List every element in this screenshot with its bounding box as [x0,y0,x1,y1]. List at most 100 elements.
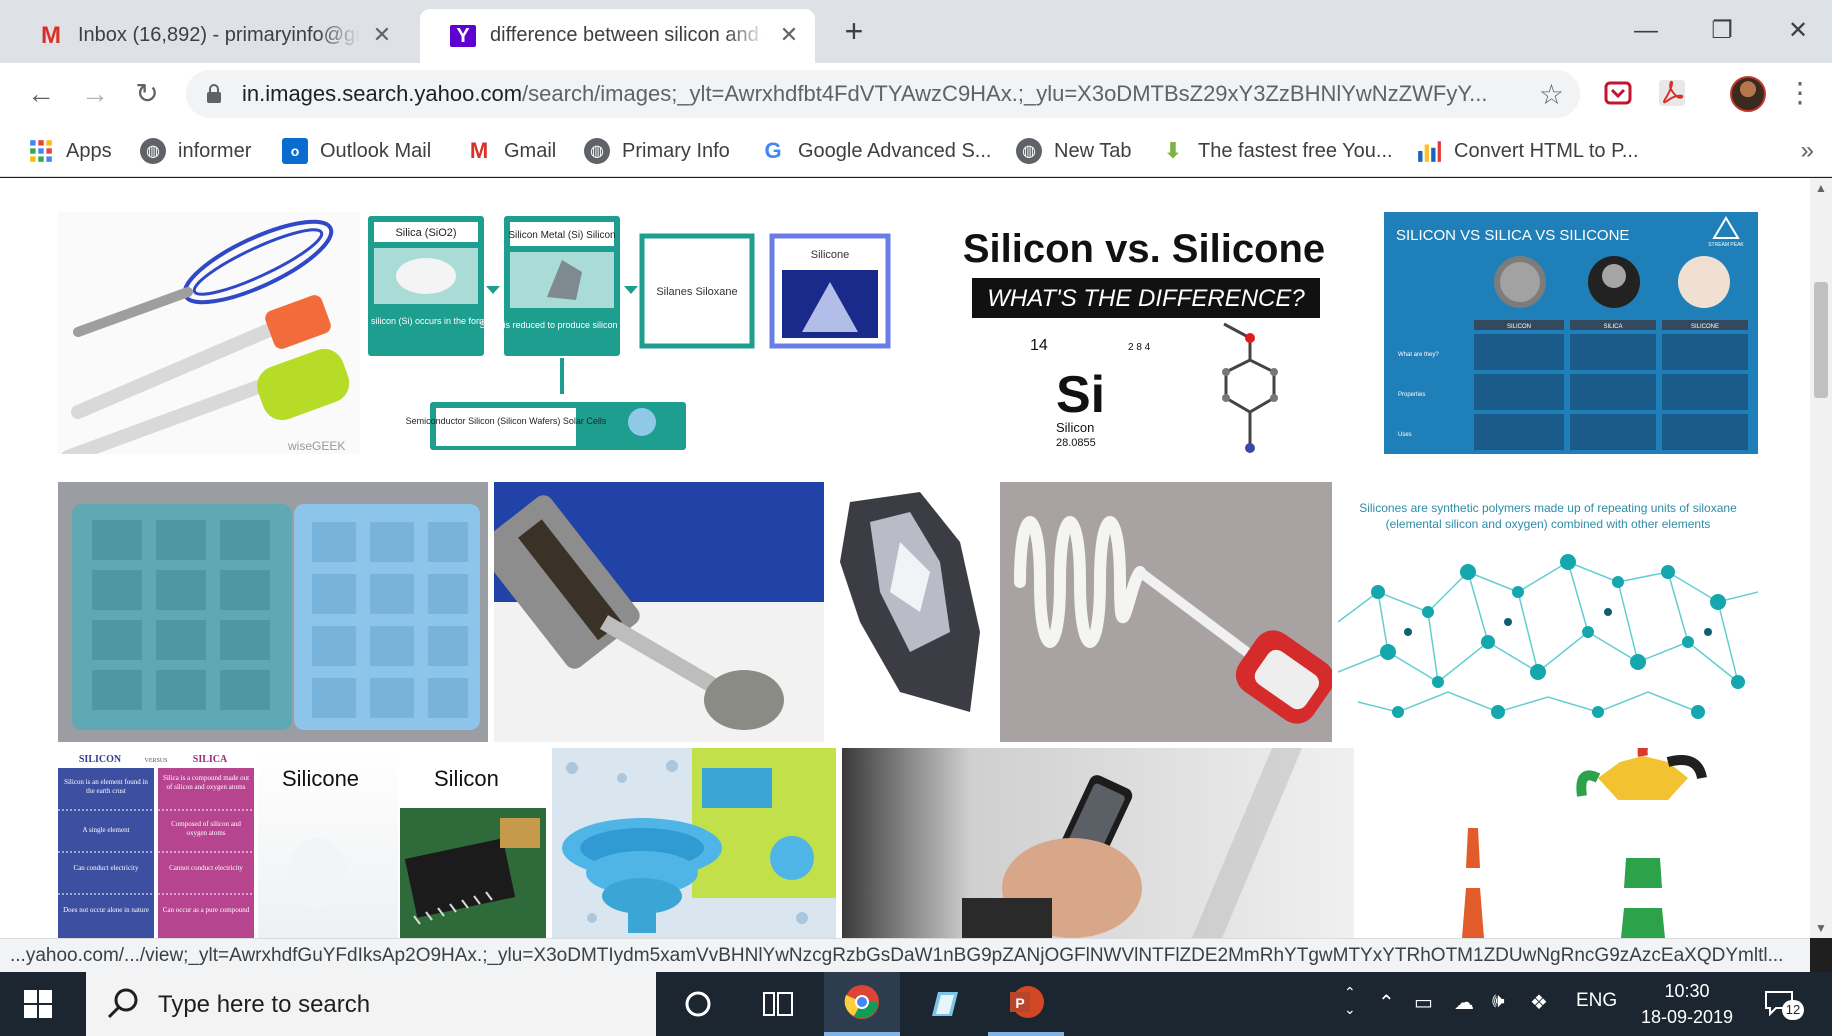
bookmark-outlook-mail[interactable]: o Outlook Mail [282,137,431,165]
scroll-up-arrow-icon[interactable]: ▲ [1810,178,1832,198]
element-symbol: Si [1056,366,1105,424]
result-image-silicon-flowchart[interactable]: Silica (SiO2) In nature, silicon (Si) oc… [362,212,902,454]
profile-avatar[interactable] [1730,76,1766,112]
tray-scroll-arrows-icon[interactable]: ⌃ ⌄ [1344,984,1356,1018]
scrollbar-thumb[interactable] [1814,282,1828,398]
bookmarks-overflow-button[interactable]: » [1801,137,1814,165]
silicon-flowchart: Silica (SiO2) In nature, silicon (Si) oc… [362,216,891,450]
bookmark-label: informer [178,139,252,162]
new-tab-button[interactable]: + [838,15,870,48]
yahoo-icon: Y [450,25,476,47]
minimize-button[interactable]: — [1626,14,1666,48]
language-indicator[interactable]: ENG [1576,990,1617,1012]
globe-icon: ◍ [584,138,610,164]
flow-silicon-metal-label: Silicon Metal (Si) Silicon [508,230,615,241]
page-scrollbar[interactable]: ▲ ▼ [1810,178,1832,938]
windows-start-icon[interactable] [24,990,52,1018]
vs-subtitle: WHAT'S THE DIFFERENCE? [987,285,1305,312]
tab-yahoo-search[interactable]: Y difference between silicon and silicon… [420,9,815,63]
flow-silica-label: Silica (SiO2) [395,227,456,239]
cortana-circle-icon [685,991,711,1017]
tab-gmail-inbox[interactable]: M Inbox (16,892) - primaryinfo@gmail.com… [8,9,408,63]
bookmark-new-tab[interactable]: ◍ New Tab [1016,137,1131,165]
result-image-silicone-label[interactable]: Silicone [258,748,398,938]
bookmark-label: Apps [66,139,112,162]
bookmark-label: The fastest free You... [1198,139,1393,162]
compare-left-row-1: Silicon is an element found in the earth… [64,778,148,795]
result-image-ice-cube-trays[interactable] [58,482,488,742]
result-image-kitchen-tools[interactable]: wiseGEEK [58,212,360,454]
back-arrow-icon[interactable]: ← [22,75,60,113]
bookmark-primary-info[interactable]: ◍ Primary Info [584,137,730,165]
apps-grid-icon [30,140,52,162]
onedrive-cloud-icon[interactable]: ☁ [1454,990,1474,1015]
show-hidden-icons-chevron-icon[interactable]: ⌃ [1378,990,1395,1015]
compare-right-title: SILICA [193,754,228,765]
result-image-silicon-vs-silica[interactable]: SILICON VERSUS SILICA Silicon is an elem… [58,748,254,938]
address-bar[interactable]: in.images.search.yahoo.com/search/images… [186,70,1580,118]
result-image-sealant-tube[interactable] [1000,482,1332,742]
funnel-package-illustration [552,748,836,938]
close-icon[interactable]: ✕ [370,23,394,47]
restore-button[interactable]: ❐ [1702,14,1742,48]
link-status-bubble: ...yahoo.com/.../view;_ylt=AwrxhdfGuYFdI… [0,938,1810,972]
volume-icon[interactable]: 🕪 [1492,990,1505,1013]
bookmark-gmail[interactable]: M Gmail [466,137,556,165]
powerpoint-taskbar-icon[interactable]: P [988,972,1064,1036]
chrome-icon [844,985,879,1019]
taskbar-search-box[interactable]: Type here to search [86,972,656,1036]
result-image-smartphone-hand[interactable] [842,748,1354,938]
taskbar-clock[interactable]: 10:30 18-09-2019 [1632,978,1742,1030]
pocket-extension-icon[interactable] [1602,77,1634,109]
windows-taskbar: Type here to search P ⌃ ⌄ ⌃ ▭ ☁ 🕪 ❖ ENG … [0,972,1832,1036]
result-image-caulk-gun[interactable] [494,482,824,742]
bookmark-fastest-free[interactable]: ⬇ The fastest free You... [1160,137,1393,165]
kebab-menu-icon[interactable]: ⋮ [1786,77,1814,111]
circuit-board-illustration [400,808,546,938]
action-center-button[interactable]: 12 [1764,988,1808,1020]
result-image-silicon-vs-silicone[interactable]: Silicon vs. Silicone WHAT'S THE DIFFEREN… [906,212,1376,454]
result-image-silicone-molecule[interactable]: Silicones are synthetic polymers made up… [1338,482,1758,742]
bookmark-label: Google Advanced S... [798,139,992,162]
url-host: in.images.search.yahoo.com [242,81,523,106]
forward-arrow-icon[interactable]: → [76,75,114,113]
close-icon[interactable]: ✕ [777,23,801,47]
reload-icon[interactable]: ↻ [128,75,166,113]
result-image-collapsible-funnel[interactable] [552,748,836,938]
caulk-gun-illustration [494,482,824,742]
molecule-network [1338,554,1758,719]
task-view-icon[interactable] [740,972,816,1036]
notepad-taskbar-icon[interactable] [906,972,982,1036]
cortana-icon[interactable] [660,972,736,1036]
bookmark-google-advanced[interactable]: G Google Advanced S... [760,137,991,165]
bookmark-star-icon[interactable]: ☆ [1539,78,1564,111]
result-image-traffic-cones[interactable] [1358,748,1758,938]
notification-count-badge: 12 [1782,1000,1804,1020]
dropbox-icon[interactable]: ❖ [1530,990,1548,1015]
svg-text:P: P [1015,995,1024,1011]
clock-time: 10:30 [1664,981,1710,1001]
result-image-silicon-chip[interactable]: Silicon [400,748,546,938]
pdf-extension-icon[interactable] [1656,77,1688,109]
compare-right-row-1: Silica is a compound made out of silicon… [162,774,250,791]
result-image-silicon-silica-silicone-table[interactable]: SILICON VS SILICA VS SILICONE STREAM PEA… [1384,212,1758,454]
bookmark-label: Primary Info [622,139,730,162]
url-text[interactable]: in.images.search.yahoo.com/search/images… [242,81,1510,107]
chrome-taskbar-icon[interactable] [824,972,900,1036]
browser-toolbar: ← → ↻ in.images.search.yahoo.com/search/… [0,63,1832,125]
compare-left-row-3: Can conduct electricity [73,864,139,872]
bookmark-informer[interactable]: ◍ informer [140,137,251,165]
silicone-blob [288,838,348,908]
clock-date: 18-09-2019 [1640,1007,1734,1027]
close-window-button[interactable]: ✕ [1778,14,1818,48]
scroll-down-arrow-icon[interactable]: ▼ [1810,918,1832,938]
flow-silanes-label: Silanes Siloxane [656,286,737,298]
bookmark-convert-html[interactable]: Convert HTML to P... [1416,137,1639,165]
bookmark-apps[interactable]: Apps [28,137,112,165]
col-silicone: SILICONE [1691,324,1719,330]
image-results-grid: wiseGEEK Silica (SiO2) In nature, silico… [0,178,1832,938]
compare-right-row-3: Cannot conduct electricity [169,864,243,872]
result-image-silicon-chunk[interactable] [830,482,998,742]
kitchen-tools-illustration: wiseGEEK [61,219,350,454]
battery-icon[interactable]: ▭ [1414,990,1433,1015]
